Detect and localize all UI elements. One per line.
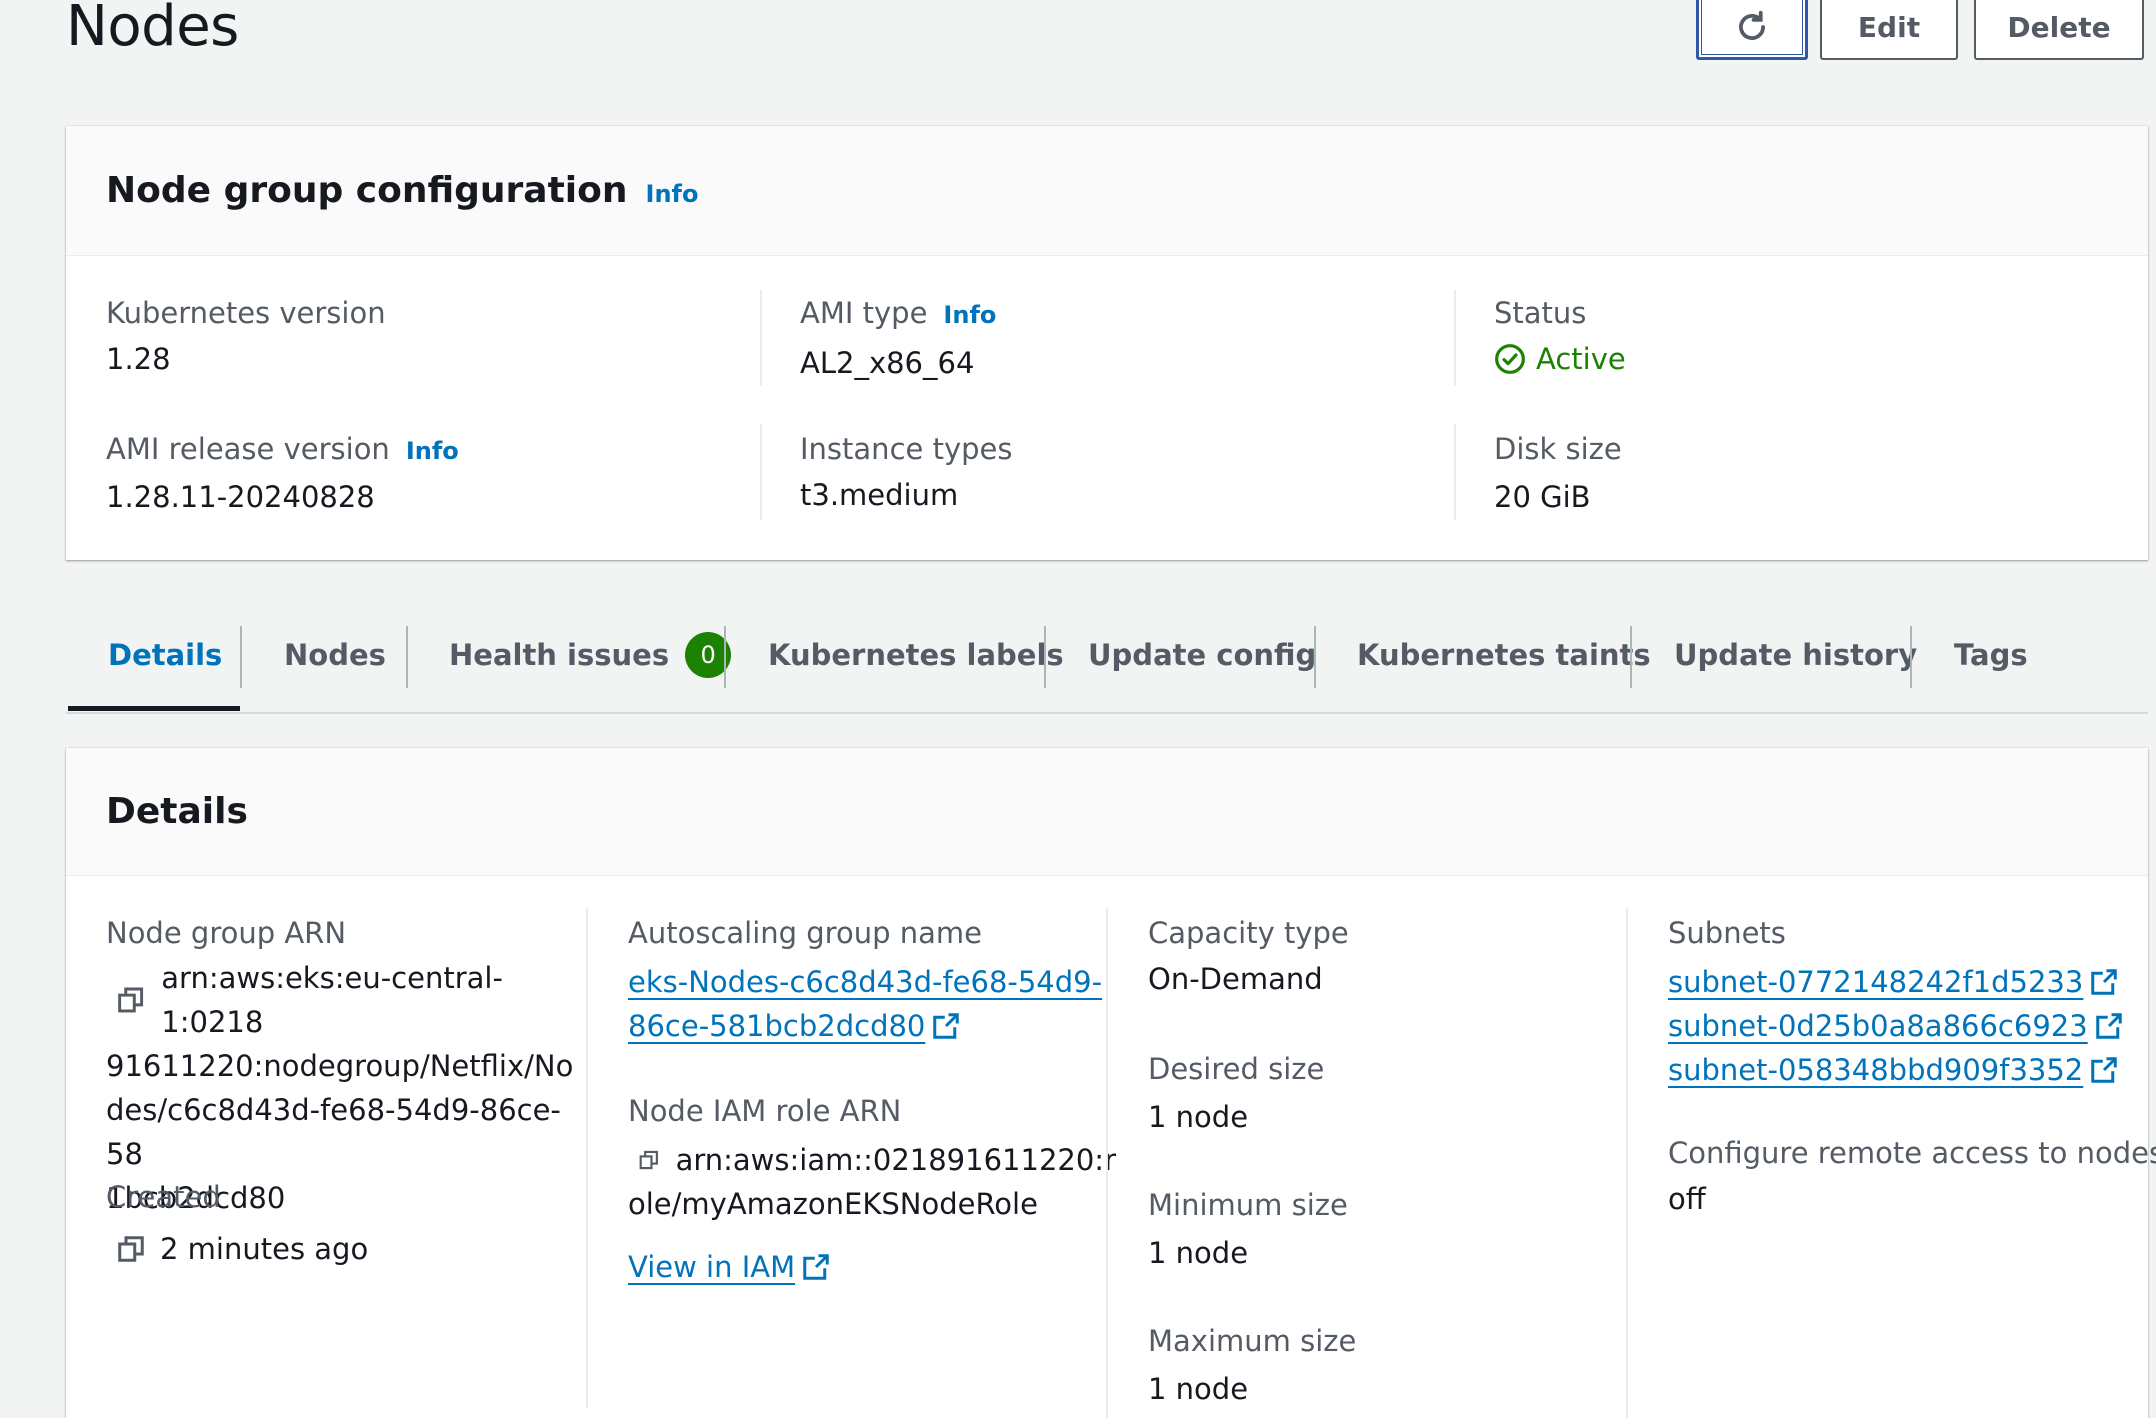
external-link-icon[interactable] — [2094, 1011, 2124, 1041]
tab-update-history[interactable]: Update history — [1674, 596, 1917, 714]
tab-kubernetes-taints[interactable]: Kubernetes taints — [1357, 596, 1651, 714]
created-label: Created — [106, 1180, 221, 1214]
info-link[interactable]: Info — [943, 301, 996, 329]
ami-release-version-label-text: AMI release version — [106, 432, 390, 466]
tab-tags[interactable]: Tags — [1954, 596, 2028, 714]
tab-separator — [1314, 626, 1316, 688]
column-divider — [1454, 290, 1456, 386]
refresh-icon — [1739, 10, 1765, 40]
remote-access-label: Configure remote access to nodes — [1668, 1136, 2156, 1170]
status-value: Active — [1494, 342, 1626, 376]
panel-title: Details — [106, 791, 248, 832]
page-title: Nodes — [66, 0, 239, 59]
created-value: 2 minutes ago — [114, 1232, 368, 1266]
tab-details[interactable]: Details — [108, 596, 222, 714]
external-link-icon[interactable] — [931, 1011, 961, 1041]
tab-separator — [724, 626, 726, 688]
column-divider — [1626, 908, 1628, 1418]
autoscaling-group-name-value: eks-Nodes-c6c8d43d-fe68-54d9- 86ce-581bc… — [628, 960, 1108, 1048]
desired-size-value: 1 node — [1148, 1100, 1249, 1134]
column-divider — [586, 908, 588, 1408]
subnets-list: subnet-0772148242f1d5233 subnet-0d25b0a8… — [1668, 960, 2128, 1092]
kubernetes-version-label: Kubernetes version — [106, 296, 386, 330]
instance-types-value: t3.medium — [800, 478, 959, 512]
check-circle-icon — [1495, 344, 1525, 374]
autoscaling-group-link[interactable]: 86ce-581bcb2dcd80 — [628, 1004, 925, 1048]
ami-release-version-label: AMI release version Info — [106, 432, 459, 466]
kubernetes-version-value: 1.28 — [106, 342, 171, 376]
column-divider — [760, 290, 762, 386]
minimum-size-label: Minimum size — [1148, 1188, 1348, 1222]
iam-arn-line: arn:aws:iam::021891611220:r — [675, 1143, 1116, 1177]
node-group-arn-label: Node group ARN — [106, 916, 347, 950]
tab-bar: Details Nodes Health issues 0 Kubernetes… — [66, 596, 2148, 714]
subnets-label: Subnets — [1668, 916, 1786, 950]
node-iam-role-arn-value: arn:aws:iam::021891611220:r ole/myAmazon… — [628, 1138, 1116, 1226]
capacity-type-label: Capacity type — [1148, 916, 1349, 950]
subnet-link[interactable]: subnet-0772148242f1d5233 — [1668, 960, 2083, 1004]
column-divider — [1454, 424, 1456, 520]
panel-title: Node group configuration — [106, 170, 628, 211]
copy-icon[interactable] — [638, 1145, 660, 1175]
refresh-button[interactable] — [1696, 0, 1808, 60]
disk-size-label: Disk size — [1494, 432, 1622, 466]
tab-health-issues-label: Health issues — [449, 638, 670, 672]
tab-separator — [1910, 626, 1912, 688]
config-grid: Kubernetes version 1.28 AMI release vers… — [66, 256, 2148, 558]
tab-health-issues[interactable]: Health issues 0 — [449, 596, 732, 714]
tab-separator — [240, 626, 242, 688]
view-in-iam-link[interactable]: View in IAM — [628, 1250, 795, 1284]
iam-arn-line: ole/myAmazonEKSNodeRole — [628, 1187, 1038, 1221]
tab-kubernetes-labels[interactable]: Kubernetes labels — [768, 596, 1064, 714]
panel-header: Details — [66, 748, 2148, 876]
ami-type-label: AMI type Info — [800, 296, 996, 330]
remote-access-value: off — [1668, 1182, 1706, 1216]
tab-separator — [406, 626, 408, 688]
capacity-type-value: On-Demand — [1148, 962, 1323, 996]
copy-icon[interactable] — [116, 985, 145, 1015]
node-iam-role-arn-label: Node IAM role ARN — [628, 1094, 902, 1128]
active-tab-indicator — [68, 706, 240, 711]
maximum-size-label: Maximum size — [1148, 1324, 1357, 1358]
view-in-iam: View in IAM — [628, 1250, 831, 1284]
created-text: 2 minutes ago — [160, 1232, 369, 1266]
delete-button[interactable]: Delete — [1974, 0, 2144, 60]
status-text: Active — [1536, 342, 1626, 376]
arn-line: arn:aws:eks:eu-central-1:0218 — [161, 961, 503, 1039]
desired-size-label: Desired size — [1148, 1052, 1325, 1086]
tab-nodes[interactable]: Nodes — [284, 596, 386, 714]
node-group-configuration-panel: Node group configuration Info Kubernetes… — [66, 126, 2148, 560]
column-divider — [1106, 908, 1108, 1418]
disk-size-value: 20 GiB — [1494, 480, 1591, 514]
maximum-size-value: 1 node — [1148, 1372, 1249, 1406]
tab-separator — [1044, 626, 1046, 688]
details-grid: Node group ARN arn:aws:eks:eu-central-1:… — [66, 876, 2156, 1418]
autoscaling-group-name-label: Autoscaling group name — [628, 916, 982, 950]
edit-button[interactable]: Edit — [1820, 0, 1958, 60]
external-link-icon[interactable] — [2089, 1055, 2119, 1085]
instance-types-label: Instance types — [800, 432, 1013, 466]
copy-icon[interactable] — [116, 1234, 146, 1264]
external-link-icon[interactable] — [2089, 967, 2119, 997]
details-panel: Details Node group ARN arn:aws:eks:eu-ce… — [66, 748, 2156, 1418]
arn-line: 91611220:nodegroup/Netflix/No — [106, 1049, 574, 1083]
tab-separator — [1630, 626, 1632, 688]
column-divider — [760, 424, 762, 520]
ami-type-value: AL2_x86_64 — [800, 346, 975, 380]
ami-release-version-value: 1.28.11-20240828 — [106, 480, 375, 514]
autoscaling-group-link[interactable]: eks-Nodes-c6c8d43d-fe68-54d9- — [628, 965, 1102, 999]
info-link[interactable]: Info — [646, 180, 699, 208]
subnet-link[interactable]: subnet-0d25b0a8a866c6923 — [1668, 1004, 2088, 1048]
status-label: Status — [1494, 296, 1587, 330]
panel-header: Node group configuration Info — [66, 126, 2148, 256]
minimum-size-value: 1 node — [1148, 1236, 1249, 1270]
tab-update-config[interactable]: Update config — [1088, 596, 1316, 714]
external-link-icon[interactable] — [801, 1252, 831, 1282]
subnet-link[interactable]: subnet-058348bbd909f3352 — [1668, 1048, 2083, 1092]
arn-line: des/c6c8d43d-fe68-54d9-86ce-58 — [106, 1093, 561, 1171]
info-link[interactable]: Info — [406, 437, 459, 465]
ami-type-label-text: AMI type — [800, 296, 928, 330]
